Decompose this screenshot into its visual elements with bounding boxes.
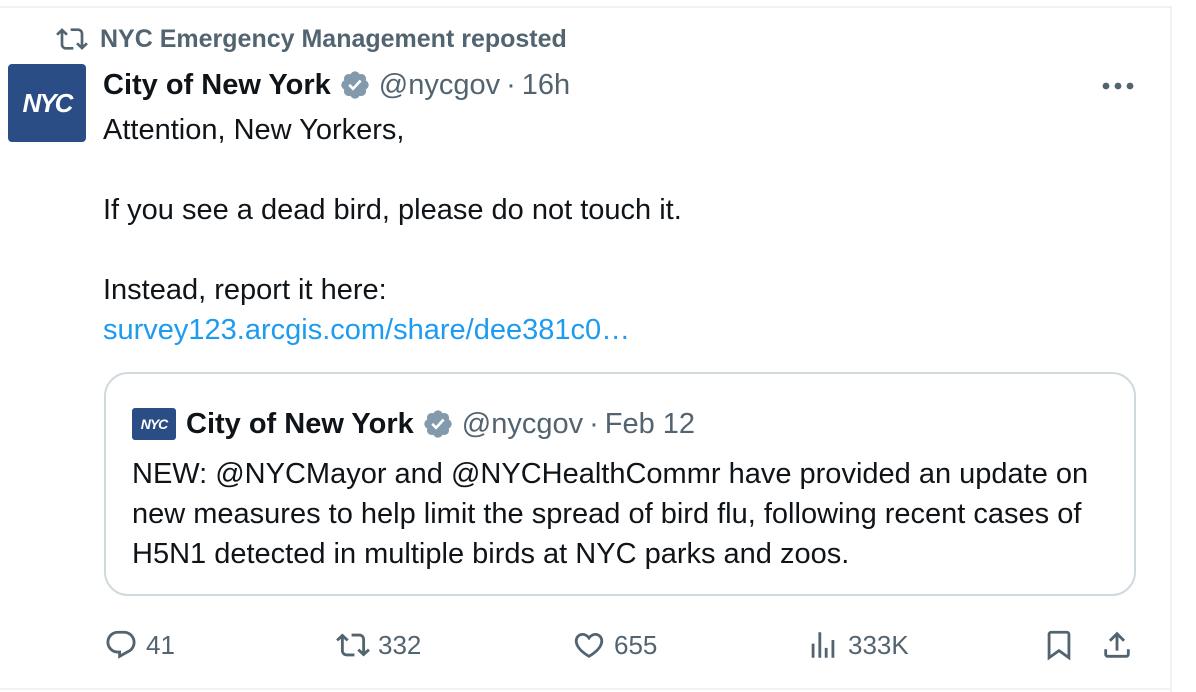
views-button[interactable]: 333K (806, 620, 909, 670)
tweet-text-line: Attention, New Yorkers, (103, 114, 405, 146)
like-button[interactable]: 655 (572, 620, 657, 670)
separator-dot: · (589, 407, 599, 440)
tweet-text-line: If you see a dead bird, please do not to… (103, 194, 682, 226)
heart-icon (574, 632, 604, 658)
bottom-border (0, 688, 1172, 690)
tweet-text: Attention, New Yorkers, If you see a dea… (103, 110, 1123, 350)
repost-label: NYC Emergency Management reposted (100, 24, 567, 53)
svg-text:NYC: NYC (23, 88, 75, 118)
bookmark-button[interactable] (1042, 620, 1076, 670)
verified-badge-icon[interactable] (339, 69, 371, 101)
action-bar: 41 332 655 333K (0, 620, 1172, 670)
right-border (1170, 6, 1172, 692)
verified-badge-icon[interactable] (422, 408, 454, 440)
repost-count: 332 (378, 629, 422, 660)
author-handle[interactable]: @nycgov (379, 69, 500, 102)
like-count: 655 (614, 629, 658, 660)
tweet-header: City of New York @nycgov · 16h (103, 66, 570, 104)
quote-author-handle[interactable]: @nycgov (462, 408, 583, 441)
reply-count: 41 (146, 629, 175, 660)
separator-dot: · (506, 68, 516, 101)
views-chart-icon (811, 632, 835, 658)
reply-icon (106, 630, 136, 659)
view-count: 333K (848, 629, 909, 660)
tweet-timestamp[interactable]: 16h (522, 69, 570, 102)
share-icon (1104, 631, 1130, 658)
repost-indicator[interactable]: NYC Emergency Management reposted (56, 24, 567, 54)
quote-text: NEW: @NYCMayor and @NYCHealthCommr have … (132, 458, 1089, 570)
tweet-link[interactable]: survey123.arcgis.com/share/dee381c0… (103, 310, 1123, 350)
reply-button[interactable]: 41 (104, 620, 175, 670)
quote-header: NYC City of New York @nycgov · Feb 12 (132, 404, 695, 444)
bookmark-icon (1047, 630, 1071, 661)
top-border (0, 6, 1172, 8)
nyc-logo: NYC (23, 88, 77, 118)
author-name[interactable]: City of New York (103, 69, 331, 102)
quote-author-name[interactable]: City of New York (186, 408, 414, 441)
more-options-button[interactable] (1096, 72, 1140, 100)
tweet-text-line: Instead, report it here: (103, 274, 387, 306)
svg-text:NYC: NYC (141, 416, 169, 432)
quote-date[interactable]: Feb 12 (605, 408, 695, 441)
nyc-logo: NYC (141, 416, 170, 432)
more-icon (1102, 82, 1134, 90)
quoted-tweet[interactable]: NYC City of New York @nycgov · Feb 12 NE… (104, 372, 1136, 596)
repost-icon (56, 28, 88, 50)
repost-button[interactable]: 332 (336, 620, 421, 670)
repost-icon (336, 633, 370, 657)
avatar[interactable]: NYC (8, 64, 86, 142)
share-button[interactable] (1100, 620, 1134, 670)
quote-avatar[interactable]: NYC (132, 408, 176, 440)
